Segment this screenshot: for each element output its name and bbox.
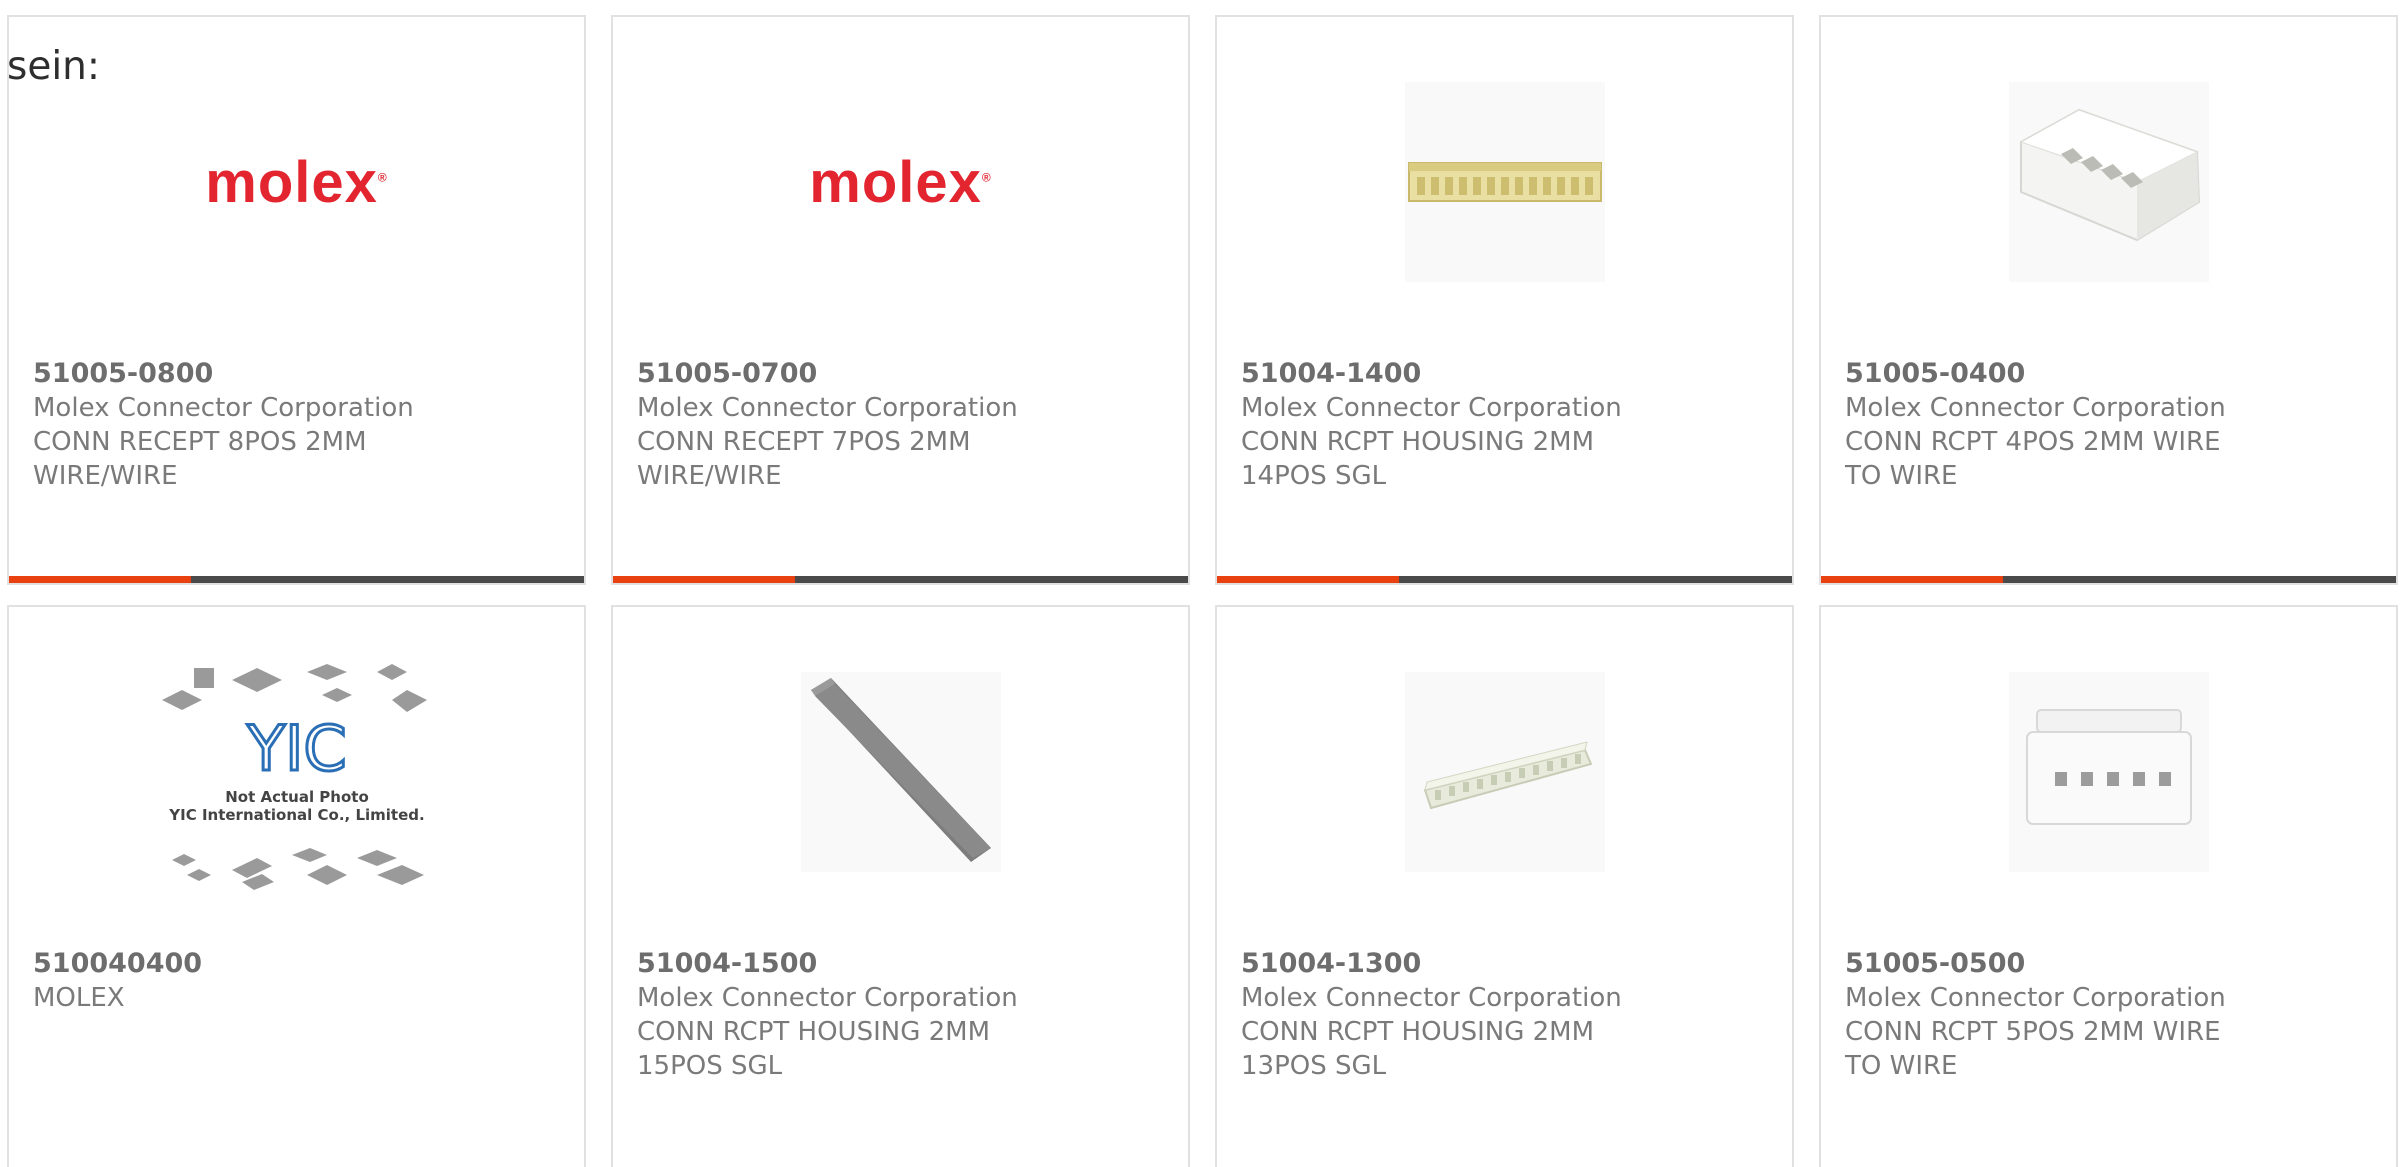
- description: CONN RCPT HOUSING 2MM 13POS SGL: [1241, 1017, 1595, 1081]
- yic-brand-text: YIC: [246, 712, 346, 785]
- part-number[interactable]: 51004-1500: [637, 947, 1164, 981]
- part-number[interactable]: 51005-0500: [1845, 947, 2372, 981]
- product-image: [1821, 672, 2396, 872]
- part-number[interactable]: 51004-1300: [1241, 947, 1768, 981]
- product-grid-page: sein: molex® 51005-0800 Molex Connector …: [0, 0, 2400, 1167]
- manufacturer: Molex Connector Corporation: [1845, 393, 2226, 423]
- product-card[interactable]: 51004-1500 Molex Connector Corporation C…: [611, 605, 1190, 1167]
- manufacturer: Molex Connector Corporation: [1241, 983, 1622, 1013]
- card-bar-accent: [9, 576, 191, 583]
- product-card[interactable]: molex® 51005-0800 Molex Connector Corpor…: [7, 15, 586, 585]
- description: CONN RECEPT 8POS 2MM WIRE/WIRE: [33, 427, 367, 491]
- product-card[interactable]: molex® 51005-0700 Molex Connector Corpor…: [611, 15, 1190, 585]
- manufacturer: MOLEX: [33, 983, 125, 1013]
- card-bar-accent: [1821, 576, 2003, 583]
- product-card[interactable]: 51004-1400 Molex Connector Corporation C…: [1215, 15, 1794, 585]
- product-grid: molex® 51005-0800 Molex Connector Corpor…: [7, 15, 2398, 1167]
- product-image: molex®: [9, 82, 584, 282]
- connector-housing-5pos-icon: [2025, 709, 2192, 825]
- product-image: [1217, 672, 1792, 872]
- manufacturer: Molex Connector Corporation: [1241, 393, 1622, 423]
- description: CONN RCPT HOUSING 2MM 15POS SGL: [637, 1017, 991, 1081]
- part-number[interactable]: 510040400: [33, 947, 560, 981]
- molex-logo: molex®: [809, 149, 992, 215]
- part-number[interactable]: 51005-0400: [1845, 357, 2372, 391]
- molex-logo: molex®: [205, 149, 388, 215]
- product-image: [1217, 82, 1792, 282]
- part-number[interactable]: 51005-0700: [637, 357, 1164, 391]
- product-card[interactable]: YIC Not Actual Photo YIC International C…: [7, 605, 586, 1167]
- placeholder-line1: Not Actual Photo: [225, 788, 369, 806]
- product-card[interactable]: 51005-0400 Molex Connector Corporation C…: [1819, 15, 2398, 585]
- card-bar: [613, 576, 1188, 583]
- product-image: [1821, 82, 2396, 282]
- part-number[interactable]: 51004-1400: [1241, 357, 1768, 391]
- description: CONN RECEPT 7POS 2MM WIRE/WIRE: [637, 427, 971, 491]
- manufacturer: Molex Connector Corporation: [637, 983, 1018, 1013]
- manufacturer: Molex Connector Corporation: [637, 393, 1018, 423]
- connector-strip-white-icon: [1423, 741, 1592, 810]
- description: CONN RCPT HOUSING 2MM 14POS SGL: [1241, 427, 1595, 491]
- connector-strip-gray-icon: [810, 678, 991, 862]
- product-card[interactable]: 51005-0500 Molex Connector Corporation C…: [1819, 605, 2398, 1167]
- card-bar-accent: [1217, 576, 1399, 583]
- intro-text: sein:: [7, 44, 101, 89]
- product-image: [613, 672, 1188, 872]
- product-image: YIC Not Actual Photo YIC International C…: [9, 664, 584, 890]
- manufacturer: Molex Connector Corporation: [1845, 983, 2226, 1013]
- manufacturer: Molex Connector Corporation: [33, 393, 414, 423]
- description: CONN RCPT 4POS 2MM WIRE TO WIRE: [1845, 427, 2221, 491]
- card-bar-accent: [613, 576, 795, 583]
- description: CONN RCPT 5POS 2MM WIRE TO WIRE: [1845, 1017, 2221, 1081]
- placeholder-line2: YIC International Co., Limited.: [168, 806, 424, 824]
- card-bar: [9, 576, 584, 583]
- part-number[interactable]: 51005-0800: [33, 357, 560, 391]
- card-bar: [1217, 576, 1792, 583]
- product-card[interactable]: 51004-1300 Molex Connector Corporation C…: [1215, 605, 1794, 1167]
- connector-strip-yellow-icon: [1407, 162, 1602, 202]
- placeholder-chips-icon: YIC Not Actual Photo YIC International C…: [161, 664, 427, 890]
- card-bar: [1821, 576, 2396, 583]
- product-image: molex®: [613, 82, 1188, 282]
- connector-housing-4pos-icon: [2019, 108, 2200, 242]
